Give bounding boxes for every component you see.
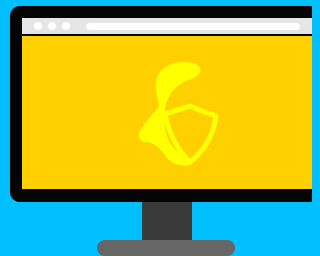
illustration-scene <box>0 0 312 256</box>
window-dot-icon <box>48 22 56 30</box>
browser-window-bar <box>22 18 312 34</box>
monitor-stand-neck <box>142 202 192 243</box>
window-dot-icon <box>62 22 70 30</box>
monitor-screen <box>22 36 312 189</box>
security-illustration <box>138 62 219 166</box>
monitor-stand-base <box>97 240 235 256</box>
address-bar <box>86 23 300 30</box>
window-dot-icon <box>34 22 42 30</box>
